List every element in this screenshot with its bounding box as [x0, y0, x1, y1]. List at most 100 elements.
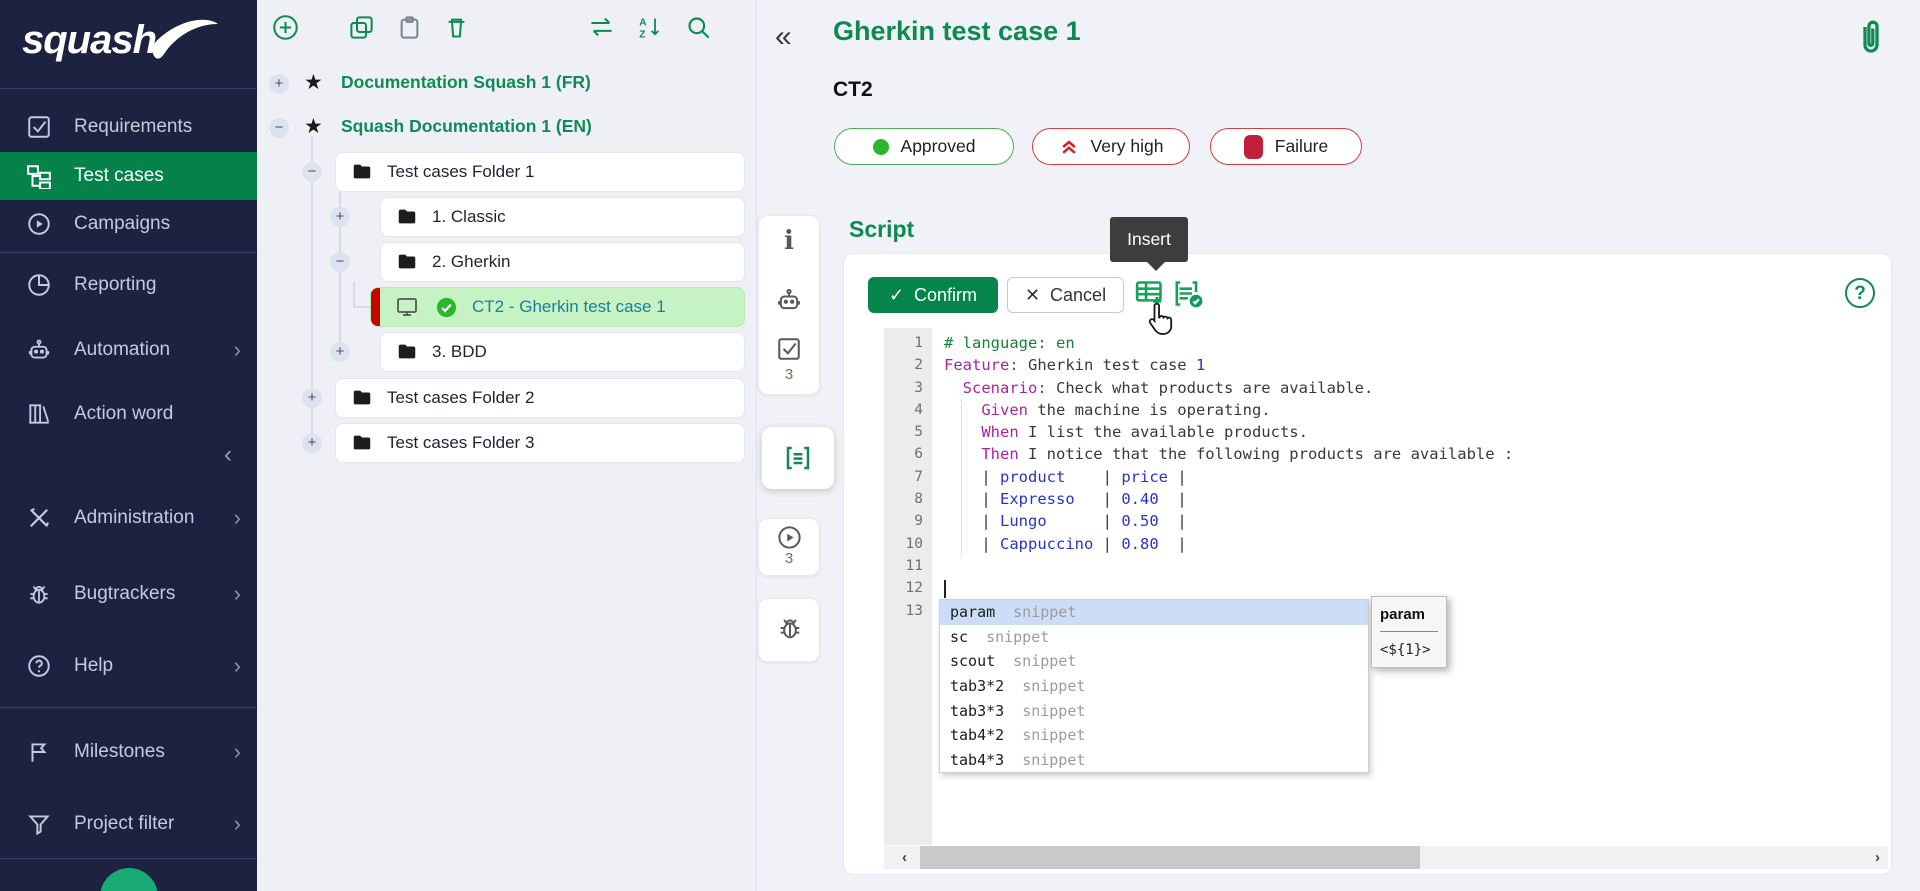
logo-swoosh-icon: [150, 16, 220, 72]
execution-badge-failure[interactable]: Failure: [1210, 128, 1362, 165]
autocomplete-item-param[interactable]: paramsnippet: [940, 600, 1368, 625]
star-icon: ★: [304, 70, 323, 95]
sidebar-item-requirements[interactable]: Requirements: [0, 105, 257, 149]
collapse-toggle[interactable]: −: [269, 118, 289, 138]
delete-button[interactable]: [443, 14, 470, 41]
squash-logo[interactable]: squash: [22, 14, 220, 72]
test-case-reference: CT2: [833, 78, 873, 102]
sidebar-item-campaigns[interactable]: Campaigns: [0, 202, 257, 246]
collapse-toggle[interactable]: −: [302, 162, 322, 182]
sidebar-item-test-cases[interactable]: Test cases: [0, 152, 257, 200]
expand-toggle[interactable]: +: [269, 74, 289, 94]
collapse-toggle[interactable]: −: [330, 252, 350, 272]
tree-folder-gherkin[interactable]: 2. Gherkin: [380, 242, 745, 282]
editor-horizontal-scrollbar[interactable]: ‹ ›: [884, 846, 1888, 869]
paste-button[interactable]: [396, 14, 423, 41]
folder-label: Test cases Folder 1: [387, 162, 534, 182]
line-number: 13: [884, 600, 932, 622]
code-text: | Cappuccino | 0.80 |: [932, 533, 1187, 555]
logo-text: squash: [22, 14, 156, 66]
tree-folder-test-cases-folder-1[interactable]: Test cases Folder 1: [335, 152, 745, 192]
sidebar-item-reporting[interactable]: Reporting: [0, 263, 257, 307]
tab-executions[interactable]: [776, 524, 803, 551]
double-chevron-up-icon: [1059, 137, 1079, 157]
code-line[interactable]: 8 | Expresso | 0.40 |: [884, 488, 1888, 510]
scroll-left-arrow[interactable]: ‹: [902, 846, 907, 869]
status-badge-label: Approved: [901, 136, 976, 157]
cancel-button[interactable]: ✕ Cancel: [1007, 277, 1124, 313]
sidebar-item-administration[interactable]: Administration ›: [0, 496, 257, 540]
project-label[interactable]: Documentation Squash 1 (FR): [341, 72, 591, 93]
tab-automation[interactable]: [775, 286, 803, 314]
user-avatar[interactable]: [100, 868, 158, 891]
sidebar-item-action-word[interactable]: Action word: [0, 392, 257, 436]
sidebar-item-help[interactable]: Help ›: [0, 644, 257, 688]
library-icon: [26, 401, 52, 427]
attachments-paperclip-icon[interactable]: [1853, 16, 1889, 62]
expand-toggle[interactable]: +: [330, 342, 350, 362]
code-line[interactable]: 3 Scenario: Check what products are avai…: [884, 377, 1888, 399]
code-lines[interactable]: 1# language: en2Feature: Gherkin test ca…: [884, 332, 1888, 622]
insert-tooltip: Insert: [1110, 217, 1188, 262]
tree-folder-classic[interactable]: 1. Classic: [380, 197, 745, 237]
tree-folder-test-cases-folder-2[interactable]: Test cases Folder 2: [335, 378, 745, 418]
chevron-right-icon: ›: [234, 653, 241, 679]
autocomplete-item-tab3*2[interactable]: tab3*2snippet: [940, 674, 1368, 699]
status-badge-approved[interactable]: Approved: [834, 128, 1014, 165]
code-line[interactable]: 2Feature: Gherkin test case 1: [884, 354, 1888, 376]
tree-folder-bdd[interactable]: 3. BDD: [380, 332, 745, 372]
sidebar-item-label: Milestones: [74, 741, 165, 763]
expand-toggle[interactable]: +: [330, 207, 350, 227]
import-export-button[interactable]: [588, 14, 615, 41]
tree-project-row: + ★ Documentation Squash 1 (FR): [257, 62, 757, 106]
sort-button[interactable]: AZ: [637, 14, 664, 41]
add-button[interactable]: [272, 14, 299, 41]
tab-information[interactable]: i: [758, 228, 820, 254]
test-case-tree-panel: AZ + ★ Documentation Squash 1 (FR) − ★ S…: [257, 0, 757, 891]
expand-toggle[interactable]: +: [302, 433, 322, 453]
sidebar-item-automation[interactable]: Automation ›: [0, 328, 257, 372]
code-line[interactable]: 5 When I list the available products.: [884, 421, 1888, 443]
funnel-icon: [26, 811, 52, 837]
tree-test-case-ct2-selected[interactable]: CT2 - Gherkin test case 1: [370, 287, 745, 327]
code-line[interactable]: 7 | product | price |: [884, 466, 1888, 488]
sidebar-item-label: Bugtrackers: [74, 583, 175, 605]
autocomplete-item-tab3*3[interactable]: tab3*3snippet: [940, 698, 1368, 723]
scrollbar-thumb[interactable]: [920, 846, 1420, 869]
tab-script-selected[interactable]: [783, 443, 813, 473]
snippet-kind: snippet: [986, 628, 1049, 646]
tab-verifications[interactable]: [776, 336, 802, 362]
code-text: Given the machine is operating.: [932, 399, 1271, 421]
copy-button[interactable]: [348, 14, 375, 41]
sidebar-item-bugtrackers[interactable]: Bugtrackers ›: [0, 572, 257, 616]
sidebar: squash Requirements Test cases Campaigns…: [0, 0, 257, 891]
autocomplete-item-scout[interactable]: scoutsnippet: [940, 649, 1368, 674]
sidebar-item-milestones[interactable]: Milestones ›: [0, 730, 257, 774]
autocomplete-item-tab4*2[interactable]: tab4*2snippet: [940, 723, 1368, 748]
autocomplete-item-tab4*3[interactable]: tab4*3snippet: [940, 748, 1368, 773]
tree-connector: [353, 306, 370, 308]
sidebar-item-label: Campaigns: [74, 213, 170, 235]
code-line[interactable]: 10 | Cappuccino | 0.80 |: [884, 533, 1888, 555]
scroll-right-arrow[interactable]: ›: [1875, 846, 1880, 869]
search-button[interactable]: [685, 14, 712, 41]
tab-issues-bug[interactable]: [776, 614, 804, 642]
code-line[interactable]: 4 Given the machine is operating.: [884, 399, 1888, 421]
help-icon[interactable]: ?: [1845, 278, 1875, 308]
confirm-button[interactable]: ✓ Confirm: [868, 277, 998, 313]
code-line[interactable]: 9 | Lungo | 0.50 |: [884, 510, 1888, 532]
snippet-kind: snippet: [1022, 702, 1085, 720]
folder-icon: [396, 341, 418, 363]
chevron-right-icon: ›: [234, 811, 241, 837]
tree-folder-test-cases-folder-3[interactable]: Test cases Folder 3: [335, 423, 745, 463]
sidebar-collapse-icon[interactable]: ‹: [224, 441, 232, 469]
code-line[interactable]: 6 Then I notice that the following produ…: [884, 443, 1888, 465]
project-label[interactable]: Squash Documentation 1 (EN): [341, 116, 592, 137]
code-line[interactable]: 11: [884, 555, 1888, 577]
collapse-panel-icon[interactable]: «: [775, 20, 792, 54]
autocomplete-item-sc[interactable]: scsnippet: [940, 625, 1368, 650]
sidebar-item-project-filter[interactable]: Project filter ›: [0, 802, 257, 846]
expand-toggle[interactable]: +: [302, 388, 322, 408]
code-line[interactable]: 1# language: en: [884, 332, 1888, 354]
importance-badge-very-high[interactable]: Very high: [1032, 128, 1190, 165]
